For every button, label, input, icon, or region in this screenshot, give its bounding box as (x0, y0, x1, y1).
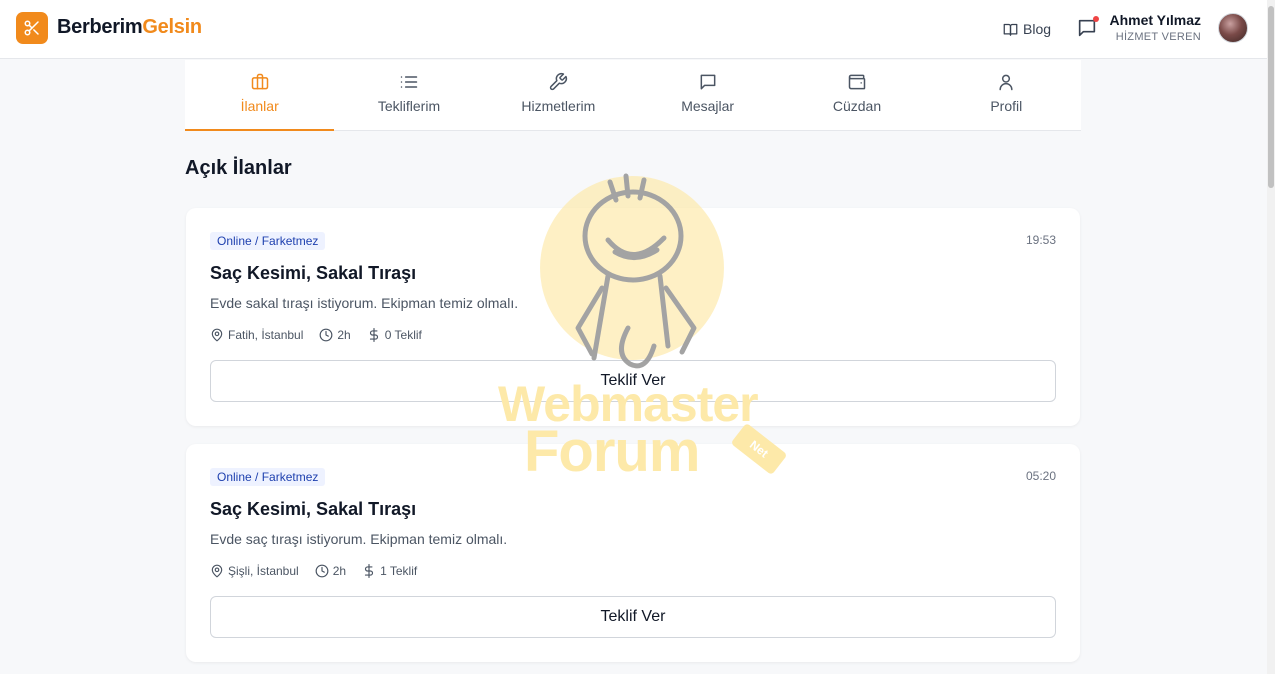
avatar[interactable] (1218, 13, 1248, 43)
blog-link[interactable]: Blog (1003, 19, 1051, 39)
tab-ilanlar[interactable]: İlanlar (185, 60, 335, 131)
user-role: HİZMET VEREN (1115, 31, 1201, 43)
listing-location: Fatih, İstanbul (210, 328, 303, 342)
dollar-icon (364, 564, 374, 578)
dollar-icon (369, 328, 378, 342)
listing-description: Evde saç tıraşı istiyorum. Ekipman temiz… (210, 531, 508, 547)
tab-bar: İlanlar Tekliflerim Hizmetlerim Mesajlar… (185, 60, 1081, 131)
location-type-badge: Online / Farketmez (210, 232, 326, 250)
duration-text: 2h (337, 328, 351, 342)
listing-location: Şişli, İstanbul (210, 564, 299, 578)
listing-meta: Şişli, İstanbul 2h 1 Teklif (210, 564, 417, 578)
scrollbar-thumb[interactable] (1268, 6, 1274, 188)
tab-label: Mesajlar (681, 98, 735, 114)
duration-text: 2h (332, 564, 347, 578)
listing-duration: 2h (315, 564, 346, 578)
listing-duration: 2h (319, 328, 351, 342)
tab-profil[interactable]: Profil (932, 60, 1081, 130)
listing-title: Saç Kesimi, Sakal Tıraşı (210, 263, 417, 283)
wrench-icon (550, 72, 568, 91)
location-text: Şişli, İstanbul (228, 564, 299, 578)
book-icon (1003, 23, 1018, 36)
location-text: Fatih, İstanbul (228, 328, 304, 342)
make-offer-button[interactable]: Teklif Ver (210, 596, 1056, 638)
listing-time: 05:20 (1025, 469, 1056, 483)
page-title: Açık İlanlar (185, 157, 292, 179)
brand-name[interactable]: BerberimGelsin (57, 16, 202, 39)
tab-label: Hizmetlerim (521, 98, 596, 114)
offers-text: 1 Teklif (380, 564, 418, 578)
user-icon (999, 74, 1013, 91)
notification-dot (1093, 16, 1099, 22)
top-header: BerberimGelsin Blog Ahmet Yılmaz HİZMET … (0, 0, 1267, 59)
chat-icon (700, 74, 716, 90)
clock-icon (319, 328, 333, 342)
scissors-icon (24, 20, 39, 36)
map-pin-icon (211, 328, 223, 342)
listing-meta: Fatih, İstanbul 2h 0 Teklif (210, 328, 422, 342)
list-icon (400, 76, 418, 88)
offers-text: 0 Teklif (384, 328, 422, 342)
listing-time: 19:53 (1025, 233, 1056, 247)
tab-tekliflerim[interactable]: Tekliflerim (334, 60, 483, 130)
logo[interactable] (16, 12, 48, 44)
clock-icon (315, 564, 329, 578)
brand-part2: Gelsin (142, 16, 202, 38)
tab-label: İlanlar (240, 98, 279, 114)
listing-title: Saç Kesimi, Sakal Tıraşı (210, 499, 417, 519)
listing-offers: 1 Teklif (362, 564, 417, 578)
brand-part1: Berberim (57, 16, 143, 38)
listing-description: Evde sakal tıraşı istiyorum. Ekipman tem… (210, 295, 519, 311)
wallet-icon (848, 74, 866, 90)
listing-offers: 0 Teklif (367, 328, 422, 342)
briefcase-icon (251, 73, 268, 90)
tab-label: Profil (990, 98, 1023, 114)
map-pin-icon (211, 564, 223, 578)
user-name[interactable]: Ahmet Yılmaz (1109, 12, 1201, 28)
tab-hizmetlerim[interactable]: Hizmetlerim (484, 60, 633, 130)
tab-label: Tekliflerim (377, 98, 441, 114)
location-type-badge: Online / Farketmez (210, 468, 326, 486)
tab-mesajlar[interactable]: Mesajlar (633, 60, 782, 130)
blog-label: Blog (1023, 21, 1052, 37)
watermark-line2: Forum (524, 419, 700, 484)
tab-cuzdan[interactable]: Cüzdan (782, 60, 931, 130)
scrollbar[interactable] (1267, 0, 1275, 674)
tab-label: Cüzdan (832, 98, 882, 114)
